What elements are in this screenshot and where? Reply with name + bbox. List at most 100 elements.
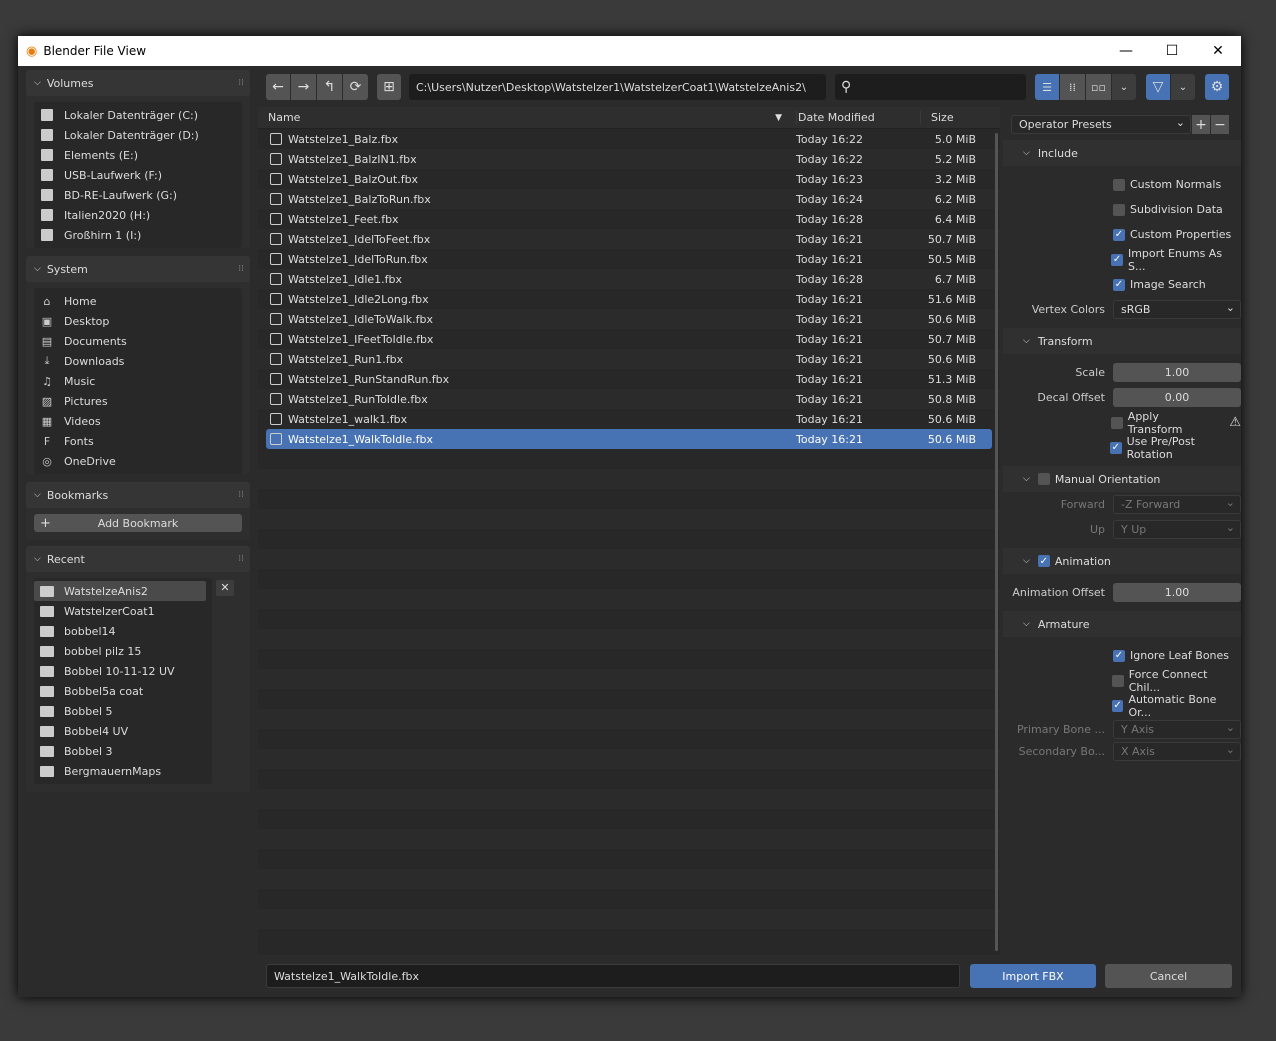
- path-input[interactable]: [409, 74, 826, 100]
- file-row[interactable]: Watstelze1_Feet.fbx Today 16:28 6.4 MiB: [258, 209, 1000, 229]
- clear-recent-button[interactable]: ✕: [216, 580, 234, 596]
- system-item-home[interactable]: ⌂ Home: [34, 291, 242, 311]
- vertical-list-view-button[interactable]: ☰: [1035, 74, 1059, 100]
- parent-directory-button[interactable]: ↰: [317, 74, 342, 100]
- up-dropdown[interactable]: Y Up: [1113, 520, 1241, 539]
- file-row[interactable]: Watstelze1_Run1.fbx Today 16:21 50.6 MiB: [258, 349, 1000, 369]
- subdivision-checkbox[interactable]: [1113, 203, 1125, 216]
- file-row[interactable]: Watstelze1_IFeetToIdle.fbx Today 16:21 50.…: [258, 329, 1000, 349]
- file-row[interactable]: Watstelze1_IdelToFeet.fbx Today 16:21 50.7…: [258, 229, 1000, 249]
- vertex_colors-dropdown[interactable]: sRGB: [1113, 300, 1241, 319]
- file-row[interactable]: Watstelze1_WalkToIdle.fbx Today 16:21 50.6…: [266, 429, 992, 449]
- system-item-videos[interactable]: ▦ Videos: [34, 411, 242, 431]
- remove-preset-button[interactable]: −: [1211, 115, 1229, 134]
- file-row[interactable]: Watstelze1_IdelToRun.fbx Today 16:21 50.5 …: [258, 249, 1000, 269]
- section-checkbox[interactable]: ✓: [1037, 555, 1050, 567]
- recent-item[interactable]: Bobbel 10-11-12 UV: [34, 661, 212, 681]
- section-include[interactable]: ⌵ Include: [1003, 140, 1241, 166]
- settings-gear-button[interactable]: ⚙: [1205, 74, 1229, 100]
- cancel-button[interactable]: Cancel: [1105, 964, 1232, 988]
- custom_props-checkbox[interactable]: ✓: [1113, 228, 1125, 241]
- section-manual_orientation[interactable]: ⌵ Manual Orientation: [1003, 466, 1241, 492]
- file-row[interactable]: Watstelze1_walk1.fbx Today 16:21 50.6 MiB: [258, 409, 1000, 429]
- recent-item[interactable]: Bobbel 5: [34, 701, 212, 721]
- primary-dropdown[interactable]: Y Axis: [1113, 719, 1241, 739]
- column-name[interactable]: Name ▼: [258, 111, 796, 124]
- recent-item[interactable]: bobbel pilz 15: [34, 641, 212, 661]
- apply_transform-checkbox[interactable]: [1111, 416, 1123, 429]
- import-fbx-button[interactable]: Import FBX: [970, 964, 1096, 988]
- display-settings-dropdown[interactable]: ⌄: [1112, 74, 1136, 100]
- bookmarks-header[interactable]: ⌵ Bookmarks ⁞⁞: [26, 482, 250, 508]
- column-size[interactable]: Size: [920, 111, 954, 124]
- recent-item[interactable]: bobbel14: [34, 621, 212, 641]
- force_connect-checkbox[interactable]: [1111, 674, 1124, 687]
- minimize-button[interactable]: —: [1103, 36, 1149, 66]
- volume-item[interactable]: Großhirn 1 (I:): [34, 225, 242, 245]
- custom_normals-checkbox[interactable]: [1113, 178, 1125, 191]
- thumbnail-view-button[interactable]: ▫▫: [1086, 74, 1111, 100]
- recent-item[interactable]: BergmauernMaps: [34, 761, 212, 781]
- scale-field[interactable]: 1.00: [1113, 363, 1241, 382]
- system-item-music[interactable]: ♫ Music: [34, 371, 242, 391]
- horizontal-list-view-button[interactable]: ⁞⁞: [1060, 74, 1085, 100]
- grip-icon[interactable]: ⁞⁞: [238, 264, 244, 274]
- maximize-button[interactable]: ☐: [1149, 36, 1195, 66]
- refresh-button[interactable]: ⟳: [343, 74, 368, 100]
- section-animation[interactable]: ⌵ ✓ Animation: [1003, 548, 1241, 574]
- enums-checkbox[interactable]: ✓: [1111, 253, 1123, 266]
- ignore_leaf-checkbox[interactable]: ✓: [1113, 649, 1125, 662]
- auto_bone-checkbox[interactable]: ✓: [1111, 699, 1124, 712]
- section-checkbox[interactable]: [1037, 473, 1050, 485]
- grip-icon[interactable]: ⁞⁞: [238, 490, 244, 500]
- recent-item[interactable]: Bobbel5a coat: [34, 681, 212, 701]
- recent-item[interactable]: WatstelzeAnis2: [34, 581, 206, 601]
- system-item-documents[interactable]: ▤ Documents: [34, 331, 242, 351]
- system-header[interactable]: ⌵ System ⁞⁞: [26, 256, 250, 282]
- anim_offset-field[interactable]: 1.00: [1113, 583, 1241, 602]
- file-row[interactable]: Watstelze1_Idle1.fbx Today 16:28 6.7 MiB: [258, 269, 1000, 289]
- file-row[interactable]: Watstelze1_RunStandRun.fbx Today 16:21 51.…: [258, 369, 1000, 389]
- column-date[interactable]: Date Modified: [796, 111, 920, 124]
- file-row[interactable]: Watstelze1_IdleToWalk.fbx Today 16:21 50.6…: [258, 309, 1000, 329]
- volume-item[interactable]: Italien2020 (H:): [34, 205, 242, 225]
- pre_post-checkbox[interactable]: ✓: [1110, 441, 1122, 454]
- image_search-checkbox[interactable]: ✓: [1113, 278, 1125, 291]
- add-preset-button[interactable]: +: [1192, 115, 1210, 134]
- volume-item[interactable]: Elements (E:): [34, 145, 242, 165]
- volume-item[interactable]: Lokaler Datenträger (D:): [34, 125, 242, 145]
- scrollbar[interactable]: [995, 133, 998, 951]
- file-row[interactable]: Watstelze1_BalzOut.fbx Today 16:23 3.2 MiB: [258, 169, 1000, 189]
- system-item-pictures[interactable]: ▨ Pictures: [34, 391, 242, 411]
- new-folder-button[interactable]: ⊞: [377, 74, 401, 100]
- system-item-desktop[interactable]: ▣ Desktop: [34, 311, 242, 331]
- volumes-header[interactable]: ⌵ Volumes ⁞⁞: [26, 70, 250, 96]
- recent-item[interactable]: WatstelzerCoat1: [34, 601, 212, 621]
- file-row[interactable]: Watstelze1_Idle2Long.fbx Today 16:21 51.6 …: [258, 289, 1000, 309]
- system-item-downloads[interactable]: ⤓ Downloads: [34, 351, 242, 371]
- filename-input[interactable]: [266, 964, 960, 988]
- system-item-fonts[interactable]: F Fonts: [34, 431, 242, 451]
- grip-icon[interactable]: ⁞⁞: [238, 554, 244, 564]
- section-armature[interactable]: ⌵ Armature: [1003, 611, 1241, 637]
- add-bookmark-button[interactable]: + Add Bookmark: [34, 514, 242, 532]
- close-button[interactable]: ✕: [1195, 36, 1241, 66]
- back-button[interactable]: ←: [266, 74, 290, 100]
- secondary-dropdown[interactable]: X Axis: [1113, 741, 1241, 761]
- filter-toggle-button[interactable]: ▽: [1146, 74, 1170, 100]
- search-input[interactable]: ⚲: [835, 74, 1026, 100]
- system-item-onedrive[interactable]: ◎ OneDrive: [34, 451, 242, 471]
- volume-item[interactable]: USB-Laufwerk (F:): [34, 165, 242, 185]
- file-row[interactable]: Watstelze1_Balz.fbx Today 16:22 5.0 MiB: [258, 129, 1000, 149]
- grip-icon[interactable]: ⁞⁞: [238, 78, 244, 88]
- forward-dropdown[interactable]: -Z Forward: [1113, 495, 1241, 514]
- decal-field[interactable]: 0.00: [1113, 388, 1241, 407]
- volume-item[interactable]: BD-RE-Laufwerk (G:): [34, 185, 242, 205]
- recent-item[interactable]: Bobbel 3: [34, 741, 212, 761]
- file-row[interactable]: Watstelze1_BalzToRun.fbx Today 16:24 6.2 M…: [258, 189, 1000, 209]
- recent-header[interactable]: ⌵ Recent ⁞⁞: [26, 546, 250, 572]
- filter-settings-dropdown[interactable]: ⌄: [1171, 74, 1195, 100]
- file-row[interactable]: Watstelze1_BalzIN1.fbx Today 16:22 5.2 MiB: [258, 149, 1000, 169]
- forward-button[interactable]: →: [291, 74, 316, 100]
- volume-item[interactable]: Lokaler Datenträger (C:): [34, 105, 242, 125]
